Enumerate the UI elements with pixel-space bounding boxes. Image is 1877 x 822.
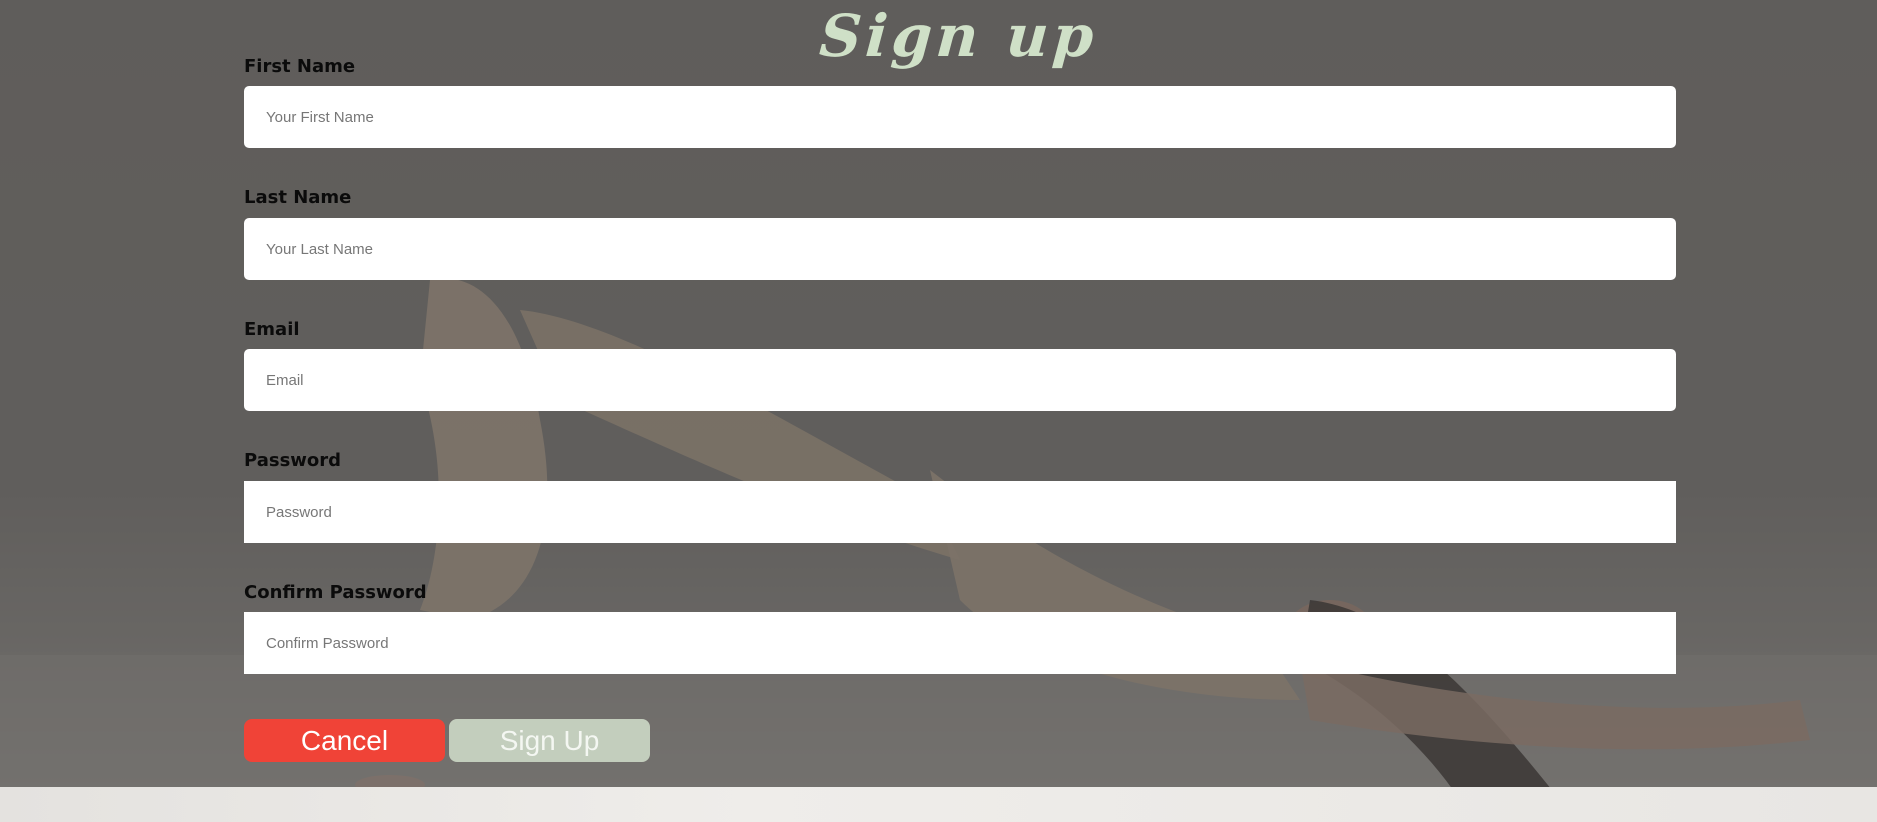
- confirm-password-label: Confirm Password: [244, 582, 427, 603]
- first-name-label: First Name: [244, 56, 356, 77]
- email-input[interactable]: [244, 349, 1676, 411]
- cancel-button[interactable]: Cancel: [244, 719, 445, 762]
- last-name-input[interactable]: [244, 218, 1676, 280]
- password-input[interactable]: [244, 481, 1676, 543]
- last-name-label: Last Name: [244, 187, 352, 208]
- first-name-input[interactable]: [244, 86, 1676, 148]
- password-label: Password: [244, 450, 342, 471]
- floor-strip: [0, 787, 1877, 822]
- confirm-password-input[interactable]: [244, 612, 1676, 674]
- signup-button[interactable]: Sign Up: [449, 719, 650, 762]
- email-label: Email: [244, 319, 300, 340]
